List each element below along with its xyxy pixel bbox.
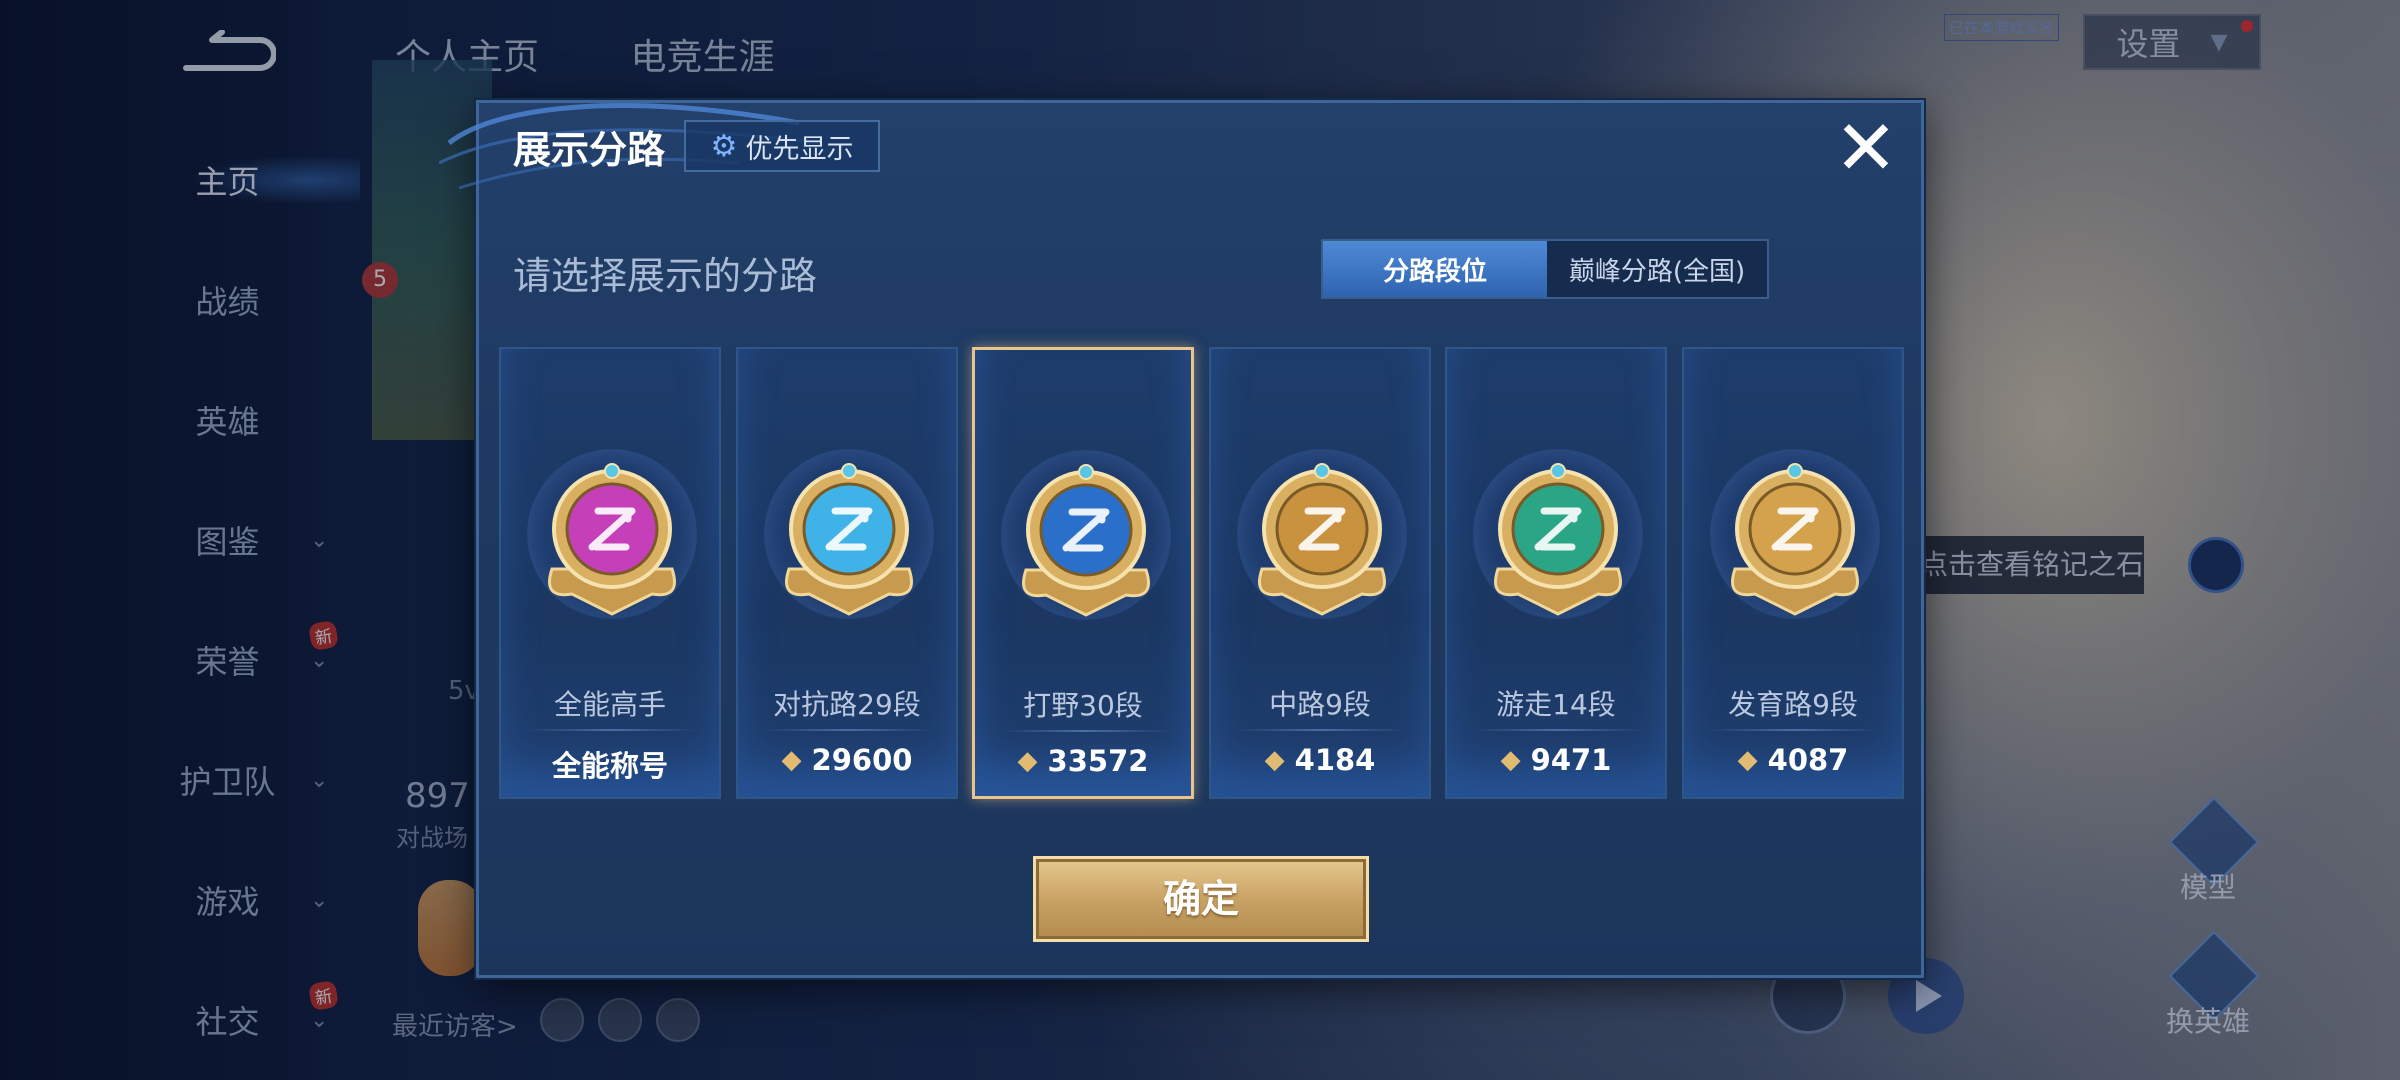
gear-icon: ⚙ bbox=[710, 128, 738, 164]
rank-points-icon: ◆ bbox=[1500, 745, 1521, 775]
priority-display-label: 优先显示 bbox=[745, 133, 854, 165]
lane-name: 发育路9段 bbox=[1728, 688, 1858, 721]
lane-card[interactable]: 游走14段 ◆ 9471 bbox=[1445, 347, 1667, 799]
lane-display-dialog: 展示分路 ⚙ 优先显示 ✕ 请选择展示的分路 分路段位 巅峰分路(全国) 全能高… bbox=[439, 100, 1924, 978]
rank-points-icon: ◆ bbox=[1017, 746, 1038, 776]
lane-emblem-icon bbox=[1022, 464, 1150, 617]
lane-name: 全能高手 bbox=[553, 688, 666, 721]
dialog-title: 展示分路 bbox=[513, 128, 666, 172]
rank-points-icon: ◆ bbox=[1264, 745, 1285, 775]
lane-name: 中路9段 bbox=[1269, 688, 1371, 721]
lane-card[interactable]: 全能高手 全能称号 bbox=[499, 347, 721, 799]
lane-card[interactable]: 对抗路29段 ◆ 29600 bbox=[736, 347, 958, 799]
lane-score-value: 4184 bbox=[1294, 743, 1376, 777]
lane-score: ◆ 33572 bbox=[975, 744, 1191, 778]
select-lane-prompt: 请选择展示的分路 bbox=[513, 254, 818, 298]
lane-score-value: 全能称号 bbox=[551, 749, 668, 783]
lane-emblem-icon bbox=[548, 463, 676, 616]
lane-score-value: 4087 bbox=[1767, 743, 1849, 777]
confirm-button[interactable]: 确定 bbox=[1033, 856, 1369, 942]
card-divider bbox=[527, 729, 697, 731]
lane-score: 全能称号 bbox=[501, 743, 719, 785]
card-divider bbox=[764, 729, 934, 731]
rank-points-icon: ◆ bbox=[1737, 745, 1758, 775]
lane-emblem-icon bbox=[1494, 463, 1622, 616]
lane-card[interactable]: 中路9段 ◆ 4184 bbox=[1209, 347, 1431, 799]
lane-emblem-icon bbox=[1258, 463, 1386, 616]
card-divider bbox=[1001, 730, 1171, 732]
lane-score-value: 29600 bbox=[811, 743, 913, 777]
lane-card[interactable]: 打野30段 ◆ 33572 bbox=[972, 347, 1194, 799]
tab-peak-lane[interactable]: 巅峰分路(全国) bbox=[1547, 241, 1767, 297]
card-divider bbox=[1473, 729, 1643, 731]
lane-name: 对抗路29段 bbox=[773, 688, 921, 721]
lane-score-value: 33572 bbox=[1047, 744, 1149, 778]
lane-score: ◆ 29600 bbox=[738, 743, 956, 777]
close-icon: ✕ bbox=[1834, 103, 1898, 192]
lane-name: 游走14段 bbox=[1496, 688, 1616, 721]
lane-card-list: 全能高手 全能称号 对抗路29段 ◆ 29600 打野30段 ◆ 33572 中路9段 ◆ 4184… bbox=[499, 347, 1909, 799]
lane-score: ◆ 9471 bbox=[1447, 743, 1665, 777]
close-button[interactable]: ✕ bbox=[1831, 110, 1901, 186]
priority-display-button[interactable]: ⚙ 优先显示 bbox=[684, 120, 880, 172]
lane-score-value: 9471 bbox=[1530, 743, 1612, 777]
lane-card[interactable]: 发育路9段 ◆ 4087 bbox=[1682, 347, 1904, 799]
lane-emblem-icon bbox=[785, 463, 913, 616]
lane-emblem-icon bbox=[1731, 463, 1859, 616]
tab-lane-rank[interactable]: 分路段位 bbox=[1323, 241, 1547, 297]
lane-tab-group: 分路段位 巅峰分路(全国) bbox=[1321, 239, 1769, 299]
lane-score: ◆ 4184 bbox=[1211, 743, 1429, 777]
rank-points-icon: ◆ bbox=[781, 745, 802, 775]
card-divider bbox=[1710, 729, 1880, 731]
lane-name: 打野30段 bbox=[1023, 689, 1143, 722]
lane-score: ◆ 4087 bbox=[1684, 743, 1902, 777]
card-divider bbox=[1237, 729, 1407, 731]
